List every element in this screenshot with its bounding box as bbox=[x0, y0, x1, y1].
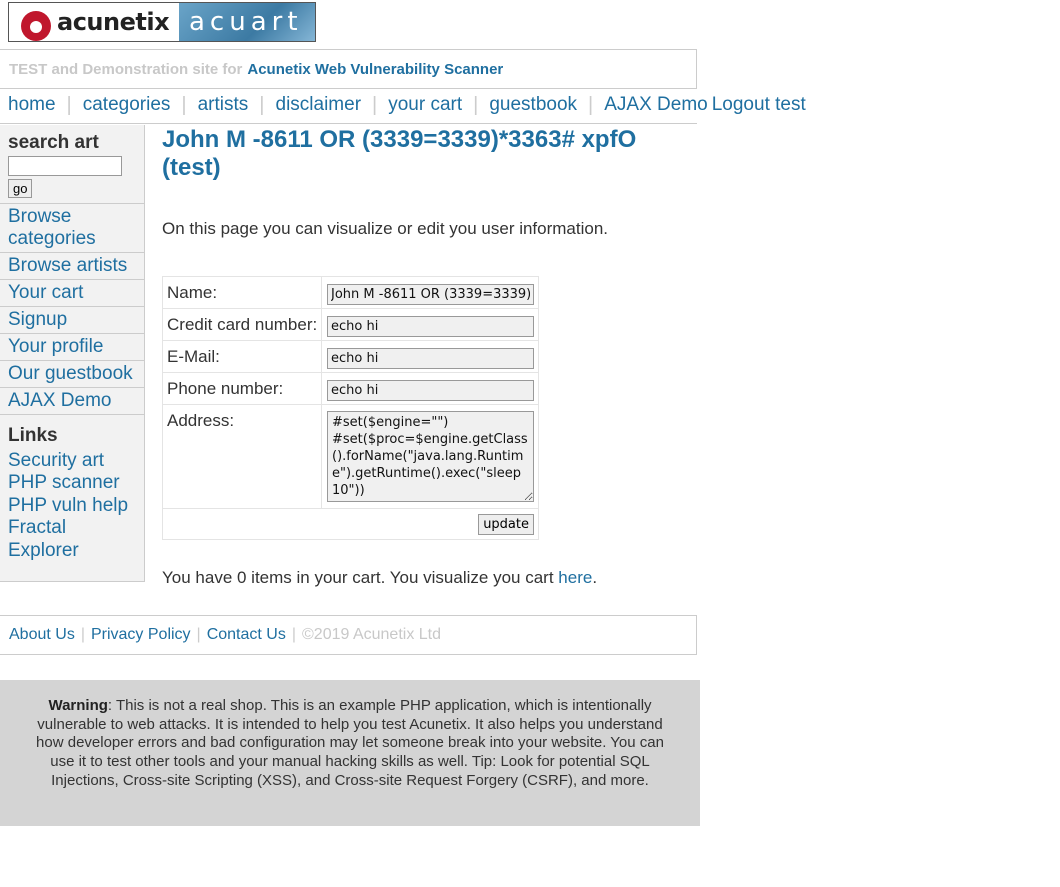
site-banner: TEST and Demonstration site for Acunetix… bbox=[0, 49, 697, 89]
row-divider bbox=[321, 373, 322, 404]
nav-separator: | bbox=[259, 93, 265, 116]
address-label: Address: bbox=[167, 411, 235, 430]
nav-ajax-demo[interactable]: AJAX Demo bbox=[604, 94, 707, 116]
nav-logout[interactable]: Logout test bbox=[712, 94, 806, 116]
search-input[interactable] bbox=[8, 156, 122, 176]
site-logo[interactable]: acunetix acuart bbox=[8, 2, 316, 42]
sidebar-item-label[interactable]: Your profile bbox=[8, 336, 103, 357]
sidebar-item-label[interactable]: AJAX Demo bbox=[8, 390, 111, 411]
search-go-button[interactable]: go bbox=[8, 179, 33, 198]
footer-privacy-policy-link[interactable]: Privacy Policy bbox=[91, 626, 191, 644]
cart-here-link[interactable]: here bbox=[558, 568, 592, 587]
phone-label: Phone number: bbox=[167, 379, 284, 398]
intro-text: On this page you can visualize or edit y… bbox=[162, 219, 609, 238]
search-box: search art go bbox=[0, 125, 144, 204]
sidebar-links: Links Security art PHP scanner PHP vuln … bbox=[0, 415, 144, 562]
footer: About Us | Privacy Policy | Contact Us |… bbox=[0, 615, 697, 655]
sidebar-item-ajax-demo[interactable]: AJAX Demo bbox=[0, 388, 144, 415]
banner-brand-link[interactable]: Acunetix Web Vulnerability Scanner bbox=[247, 61, 503, 78]
acuart-logo-text: acuart bbox=[189, 7, 303, 37]
link-fractal-explorer[interactable]: Fractal Explorer bbox=[8, 517, 79, 561]
name-label: Name: bbox=[167, 283, 218, 302]
footer-copyright: ©2019 Acunetix Ltd bbox=[302, 626, 441, 643]
sidebar-item-label[interactable]: Your cart bbox=[8, 282, 83, 303]
form-row-name: Name: bbox=[163, 277, 538, 309]
nav-separator: | bbox=[473, 93, 479, 116]
warning-text: : This is not a real shop. This is an ex… bbox=[36, 697, 664, 789]
nav-separator: | bbox=[181, 93, 187, 116]
sidebar-item-label[interactable]: Browse categories bbox=[8, 206, 96, 249]
cart-message: You have 0 items in your cart. You visua… bbox=[162, 568, 597, 588]
form-row-credit-card: Credit card number: bbox=[163, 309, 538, 341]
update-button[interactable]: update bbox=[478, 514, 534, 535]
row-divider bbox=[321, 309, 322, 340]
acunetix-logo[interactable]: acunetix bbox=[9, 3, 179, 41]
nav-separator: | bbox=[588, 93, 594, 116]
name-field[interactable] bbox=[327, 284, 534, 305]
acunetix-logo-icon bbox=[21, 11, 51, 41]
top-nav: home | categories | artists | disclaimer… bbox=[8, 92, 806, 118]
footer-contact-us-link[interactable]: Contact Us bbox=[207, 626, 286, 644]
sidebar-item-signup[interactable]: Signup bbox=[0, 307, 144, 334]
nav-disclaimer[interactable]: disclaimer bbox=[276, 94, 362, 116]
nav-separator: | bbox=[66, 93, 72, 116]
sidebar-item-your-cart[interactable]: Your cart bbox=[0, 280, 144, 307]
page-title: John M -8611 OR (3339=3339)*3363# xpfO (… bbox=[162, 126, 637, 181]
form-row-phone: Phone number: bbox=[163, 373, 538, 405]
phone-field[interactable] bbox=[327, 380, 534, 401]
sidebar-item-browse-categories[interactable]: Browse categories bbox=[0, 204, 144, 253]
form-row-address: Address: bbox=[163, 405, 538, 509]
footer-about-us-link[interactable]: About Us bbox=[9, 626, 75, 644]
nav-artists[interactable]: artists bbox=[198, 94, 249, 116]
warning-box: Warning: This is not a real shop. This i… bbox=[0, 680, 700, 826]
sidebar-item-label[interactable]: Our guestbook bbox=[8, 363, 133, 384]
form-row-email: E-Mail: bbox=[163, 341, 538, 373]
sidebar-item-label[interactable]: Signup bbox=[8, 309, 67, 330]
nav-categories[interactable]: categories bbox=[83, 94, 171, 116]
acuart-logo[interactable]: acuart bbox=[179, 3, 315, 41]
link-security-art[interactable]: Security art bbox=[8, 450, 104, 471]
email-field[interactable] bbox=[327, 348, 534, 369]
sidebar-item-your-profile[interactable]: Your profile bbox=[0, 334, 144, 361]
footer-separator: | bbox=[196, 626, 201, 643]
link-php-scanner[interactable]: PHP scanner bbox=[8, 472, 120, 493]
row-divider bbox=[321, 341, 322, 372]
footer-separator: | bbox=[291, 626, 296, 643]
cart-message-text: You have 0 items in your cart. You visua… bbox=[162, 568, 554, 587]
sidebar-item-our-guestbook[interactable]: Our guestbook bbox=[0, 361, 144, 388]
nav-divider bbox=[0, 123, 697, 124]
link-php-vuln-help[interactable]: PHP vuln help bbox=[8, 495, 128, 516]
credit-card-field[interactable] bbox=[327, 316, 534, 337]
footer-separator: | bbox=[80, 626, 85, 643]
nav-guestbook[interactable]: guestbook bbox=[489, 94, 577, 116]
warning-label: Warning bbox=[48, 697, 108, 714]
credit-card-label: Credit card number: bbox=[167, 315, 318, 334]
sidebar: search art go Browse categories Browse a… bbox=[0, 125, 145, 582]
user-info-form: Name: Credit card number: E-Mail: Phone … bbox=[162, 276, 539, 540]
nav-separator: | bbox=[372, 93, 378, 116]
search-heading: search art bbox=[8, 132, 99, 153]
banner-text: TEST and Demonstration site for bbox=[9, 60, 243, 78]
address-field[interactable] bbox=[327, 411, 534, 502]
cart-message-period: . bbox=[592, 568, 598, 587]
email-label: E-Mail: bbox=[167, 347, 220, 366]
sidebar-item-label[interactable]: Browse artists bbox=[8, 255, 127, 276]
nav-home[interactable]: home bbox=[8, 94, 56, 116]
links-heading: Links bbox=[8, 425, 58, 446]
sidebar-item-browse-artists[interactable]: Browse artists bbox=[0, 253, 144, 280]
row-divider bbox=[321, 277, 322, 308]
row-divider bbox=[321, 405, 322, 508]
acunetix-logo-text: acunetix bbox=[57, 8, 170, 36]
nav-your-cart[interactable]: your cart bbox=[388, 94, 462, 116]
